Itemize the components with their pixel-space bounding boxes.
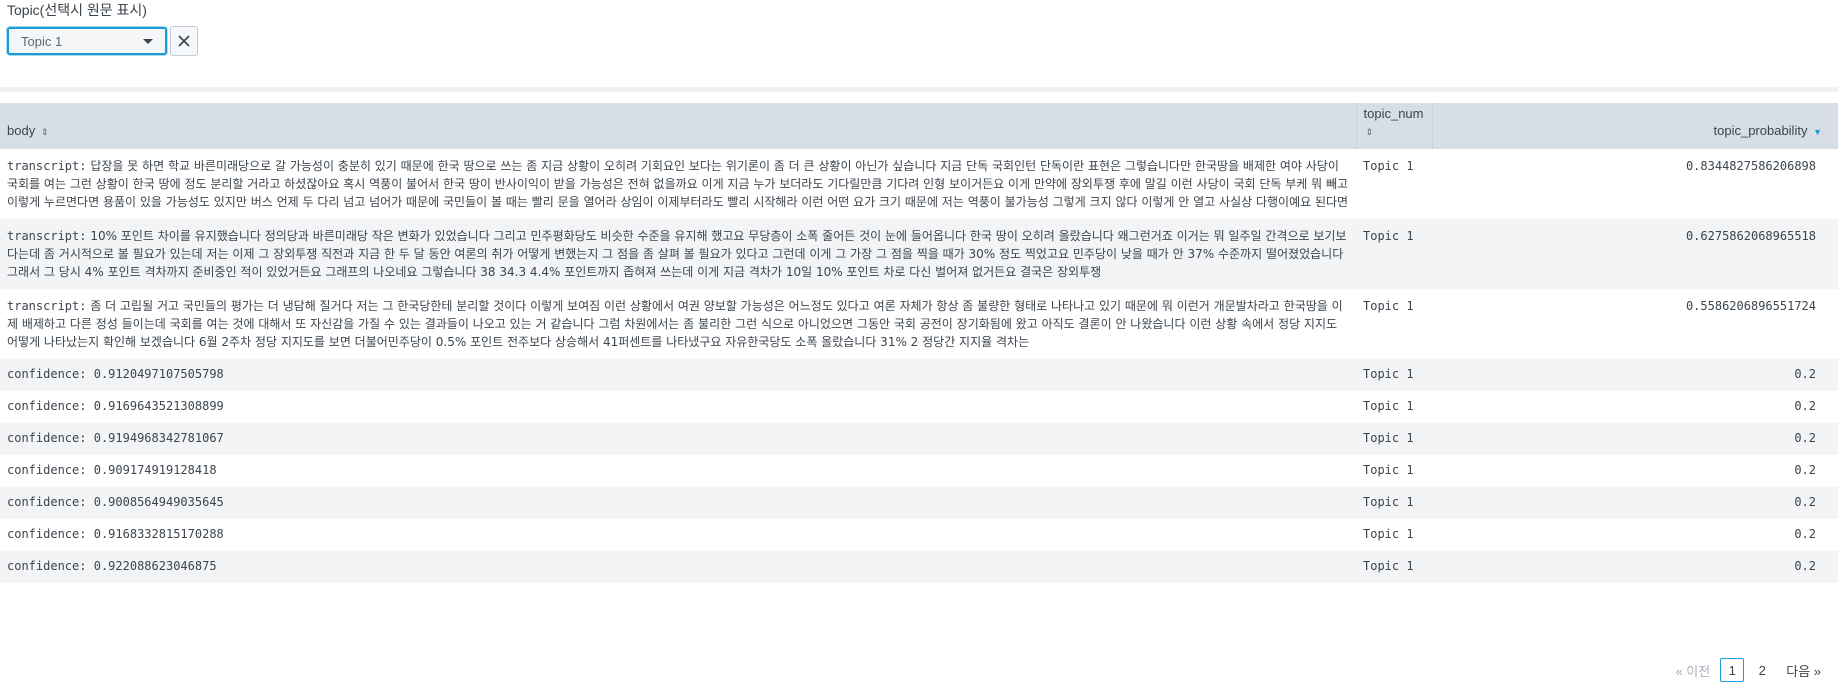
topic-filter: Topic(선택시 원문 표시) Topic 1 [7, 0, 198, 56]
sort-icon: ⇕ [40, 127, 49, 137]
cell-body-text: 0.909174919128418 [93, 463, 217, 477]
pagination-prev[interactable]: « 이전 [1675, 661, 1710, 680]
table-header-row: body ⇕ topic_num ⇕ topic_probability ▼ [0, 103, 1838, 149]
cell-body-key: confidence: [7, 559, 87, 573]
section-divider [0, 87, 1838, 92]
cell-body-text: 0.9120497107505798 [93, 367, 224, 381]
caret-down-icon [143, 38, 153, 44]
cell-body-text: 0.9168332815170288 [93, 527, 224, 541]
cell-body-key: confidence: [7, 527, 87, 541]
column-header-topic-probability[interactable]: topic_probability ▼ [1432, 103, 1838, 149]
cell-topic-probability: 0.2 [1794, 495, 1816, 509]
cell-topic-probability: 0.2 [1794, 431, 1816, 445]
topic-dropdown-value: Topic 1 [21, 33, 63, 49]
pagination-next[interactable]: 다음 » [1786, 661, 1821, 680]
cell-body: confidence: 0.9194968342781067 [0, 423, 1356, 455]
table-row[interactable]: transcript: 답장을 못 하면 학교 바른미래당으로 갈 가능성이 충… [0, 149, 1838, 219]
table-body: transcript: 답장을 못 하면 학교 바른미래당으로 갈 가능성이 충… [0, 149, 1838, 583]
cell-topic-probability: 0.2 [1794, 367, 1816, 381]
cell-body-text: 0.922088623046875 [93, 559, 217, 573]
table-row[interactable]: confidence: 0.9169643521308899 Topic 1 0.2 [0, 391, 1838, 423]
cell-topic-num: Topic 1 [1363, 299, 1414, 313]
cell-body-key: transcript: [7, 159, 87, 173]
cell-body-key: transcript: [7, 229, 87, 243]
cell-body-text: 0.9194968342781067 [93, 431, 224, 445]
cell-body-text: 10% 포인트 차이를 유지했습니다 정의당과 바른미래당 작은 변화가 있었습… [7, 229, 1347, 279]
cell-topic-num: Topic 1 [1363, 399, 1414, 413]
cell-topic-num: Topic 1 [1363, 495, 1414, 509]
cell-body-text: 답장을 못 하면 학교 바른미래당으로 갈 가능성이 충분히 있기 때문에 한국… [7, 159, 1349, 209]
cell-body-text: 0.9169643521308899 [93, 399, 224, 413]
cell-topic-num: Topic 1 [1363, 229, 1414, 243]
table-row[interactable]: confidence: 0.9008564949035645 Topic 1 0.2 [0, 487, 1838, 519]
cell-body-key: confidence: [7, 495, 87, 509]
close-icon [178, 35, 190, 47]
table-row[interactable]: confidence: 0.909174919128418 Topic 1 0.2 [0, 455, 1838, 487]
cell-topic-num: Topic 1 [1363, 367, 1414, 381]
cell-body-text: 0.9008564949035645 [93, 495, 224, 509]
table-row[interactable]: transcript: 좀 더 고립될 거고 국민들의 평가는 더 냉담해 질거… [0, 289, 1838, 359]
cell-body-key: transcript: [7, 299, 87, 313]
table-row[interactable]: confidence: 0.9168332815170288 Topic 1 0.2 [0, 519, 1838, 551]
cell-body-key: confidence: [7, 399, 87, 413]
cell-body: transcript: 좀 더 고립될 거고 국민들의 평가는 더 냉담해 질거… [0, 289, 1356, 359]
cell-body: confidence: 0.9168332815170288 [0, 519, 1356, 551]
cell-body: confidence: 0.9120497107505798 [0, 359, 1356, 391]
cell-body: confidence: 0.909174919128418 [0, 455, 1356, 487]
pagination-page-1[interactable]: 1 [1720, 658, 1745, 682]
cell-topic-probability: 0.2 [1794, 463, 1816, 477]
cell-body-text: 좀 더 고립될 거고 국민들의 평가는 더 냉담해 질거다 저는 그 한국당한테… [7, 299, 1343, 349]
cell-topic-num: Topic 1 [1363, 463, 1414, 477]
table-row[interactable]: confidence: 0.9120497107505798 Topic 1 0.2 [0, 359, 1838, 391]
cell-topic-probability: 0.8344827586206898 [1685, 159, 1816, 173]
column-header-topic-num[interactable]: topic_num ⇕ [1356, 103, 1433, 149]
cell-topic-num: Topic 1 [1363, 559, 1414, 573]
cell-topic-probability: 0.2 [1794, 559, 1816, 573]
cell-topic-probability: 0.2 [1794, 399, 1816, 413]
cell-topic-probability: 0.6275862068965518 [1685, 229, 1816, 243]
table-row[interactable]: confidence: 0.9194968342781067 Topic 1 0.2 [0, 423, 1838, 455]
cell-topic-num: Topic 1 [1363, 527, 1414, 541]
cell-body-key: confidence: [7, 367, 87, 381]
cell-topic-probability: 0.2 [1794, 527, 1816, 541]
sort-icon: ⇕ [1365, 127, 1374, 137]
results-table: body ⇕ topic_num ⇕ topic_probability ▼ t… [0, 103, 1838, 583]
cell-body: confidence: 0.9169643521308899 [0, 391, 1356, 423]
filter-controls: Topic 1 [7, 26, 198, 56]
cell-body-key: confidence: [7, 463, 87, 477]
sort-desc-icon: ▼ [1813, 127, 1822, 137]
cell-body: confidence: 0.922088623046875 [0, 551, 1356, 583]
pagination: « 이전 1 2 다음 » [1675, 658, 1821, 682]
pagination-page-2[interactable]: 2 [1750, 658, 1774, 682]
table-row[interactable]: confidence: 0.922088623046875 Topic 1 0.2 [0, 551, 1838, 583]
cell-topic-probability: 0.5586206896551724 [1685, 299, 1816, 313]
clear-filter-button[interactable] [170, 26, 198, 56]
filter-label: Topic(선택시 원문 표시) [7, 2, 147, 18]
table-row[interactable]: transcript: 10% 포인트 차이를 유지했습니다 정의당과 바른미래… [0, 219, 1838, 289]
cell-body: confidence: 0.9008564949035645 [0, 487, 1356, 519]
cell-body-key: confidence: [7, 431, 87, 445]
cell-body: transcript: 답장을 못 하면 학교 바른미래당으로 갈 가능성이 충… [0, 149, 1356, 219]
cell-body: transcript: 10% 포인트 차이를 유지했습니다 정의당과 바른미래… [0, 219, 1356, 289]
cell-topic-num: Topic 1 [1363, 431, 1414, 445]
topic-dropdown[interactable]: Topic 1 [7, 27, 167, 55]
cell-topic-num: Topic 1 [1363, 159, 1414, 173]
column-header-body[interactable]: body ⇕ [0, 103, 1357, 149]
